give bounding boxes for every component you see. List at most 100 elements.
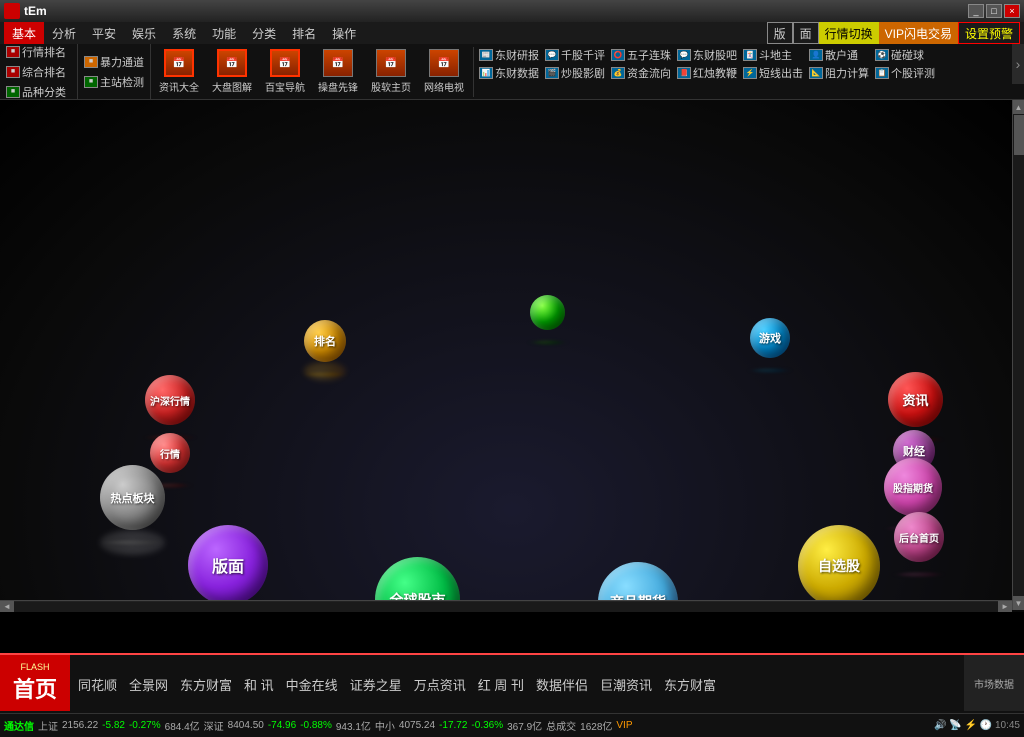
toolbar-col2: ■ 暴力通道 ■ 主站检测 bbox=[78, 44, 151, 99]
ball-hotspot-reflection bbox=[100, 530, 165, 555]
toolbar-item-stock-bar[interactable]: 💬 东财股吧 bbox=[674, 46, 740, 64]
scroll-thumb[interactable] bbox=[1014, 115, 1024, 155]
scroll-up-button[interactable]: ▲ bbox=[1013, 100, 1024, 114]
ball-ranking[interactable]: 排名 bbox=[304, 320, 346, 362]
retail-channel-icon: 👤 bbox=[809, 49, 823, 61]
ball-game[interactable]: 游戏 bbox=[750, 318, 790, 358]
menu-item-vip[interactable]: VIP闪电交易 bbox=[879, 22, 958, 44]
scroll-left-button[interactable]: ◄ bbox=[0, 601, 14, 613]
menu-item-analysis[interactable]: 分析 bbox=[44, 22, 84, 44]
bottom-area: FLASH 首页 同花顺 全景网 东方财富 和 讯 中金在线 证券之星 万点资讯… bbox=[0, 653, 1024, 713]
flash-button[interactable]: FLASH 首页 bbox=[0, 655, 70, 711]
bottom-scrollbar[interactable]: ◄ ► bbox=[0, 600, 1012, 612]
menu-item-banmian1[interactable]: 版 bbox=[767, 22, 793, 44]
menu-item-entertainment[interactable]: 娱乐 bbox=[124, 22, 164, 44]
menu-item-operation[interactable]: 操作 bbox=[324, 22, 364, 44]
toolbar-item-trading-pioneer[interactable]: 📅 操盘先锋 bbox=[312, 46, 364, 97]
toolbar-item-landlord[interactable]: 🃏 斗地主 bbox=[740, 46, 806, 64]
trading-pioneer-icon: 📅 bbox=[323, 49, 353, 77]
toolbar-item-thousand-review[interactable]: 💬 千股千评 bbox=[542, 46, 608, 64]
scroll-right-button[interactable]: ► bbox=[998, 601, 1012, 613]
ball-hotspot[interactable]: 热点板块 bbox=[100, 465, 165, 530]
ball-stock-futures[interactable]: 股指期货 bbox=[884, 458, 942, 516]
toolbar-right-icons: 📰 东财研报 📊 东财数据 💬 千股千评 🎬 炒股影剧 ⭕ 五子连珠 💰 资金流… bbox=[475, 44, 939, 100]
toolbar-item-stock-evaluation[interactable]: 📋 个股评测 bbox=[872, 64, 938, 82]
news-link-red-weekly[interactable]: 红 周 刊 bbox=[478, 675, 524, 694]
scroll-down-button[interactable]: ▼ bbox=[1013, 596, 1024, 610]
toolbar-item-main-station[interactable]: ■ 主站检测 bbox=[81, 73, 147, 91]
toolbar-item-red-candle[interactable]: 📕 红烛教鞭 bbox=[674, 64, 740, 82]
status-zx-label: 中小 bbox=[375, 718, 395, 733]
ball-quote[interactable]: 沪深行情 bbox=[145, 375, 195, 425]
market-data-button[interactable]: 市场数据 bbox=[964, 655, 1024, 711]
menu-item-quote-switch[interactable]: 行情切换 bbox=[819, 22, 879, 44]
news-link-hexun[interactable]: 和 讯 bbox=[244, 675, 274, 694]
toolbar-item-dongcai-data[interactable]: 📊 东财数据 bbox=[476, 64, 542, 82]
news-link-wandian[interactable]: 万点资讯 bbox=[414, 675, 466, 694]
toolbar-item-variety-class[interactable]: ■ 品种分类 bbox=[3, 83, 74, 101]
status-sz-label: 深证 bbox=[204, 718, 224, 733]
news-link-dongfang-fortune[interactable]: 东方财富 bbox=[180, 675, 232, 694]
horizontal-scroll-track bbox=[14, 602, 998, 612]
toolbar-item-stock-drama[interactable]: 🎬 炒股影剧 bbox=[542, 64, 608, 82]
red-candle-icon: 📕 bbox=[677, 67, 691, 79]
toolbar-large-icons: 📅 资讯大全 📅 大盘图解 📅 百宝导航 📅 操盘先锋 📅 bbox=[151, 44, 472, 99]
news-link-juchao[interactable]: 巨潮资讯 bbox=[600, 675, 652, 694]
news-link-dongfang2[interactable]: 东方财富 bbox=[664, 675, 716, 694]
market-chart-icon: 📅 bbox=[217, 49, 247, 77]
ball-self-select[interactable]: 自选股 bbox=[798, 525, 880, 607]
ball-green[interactable] bbox=[530, 295, 565, 330]
news-all-icon: 📅 bbox=[164, 49, 194, 77]
maximize-button[interactable]: □ bbox=[986, 4, 1002, 18]
ball-banmian[interactable]: 版面 bbox=[188, 525, 268, 605]
combined-rank-icon: ■ bbox=[6, 66, 20, 78]
news-link-data-companion[interactable]: 数据伴侣 bbox=[536, 675, 588, 694]
status-zx-value: 4075.24 bbox=[399, 720, 435, 731]
menu-item-banmian2[interactable]: 面 bbox=[793, 22, 819, 44]
menu-item-system[interactable]: 系统 bbox=[164, 22, 204, 44]
toolbar-item-fund-flow[interactable]: 💰 资金流向 bbox=[608, 64, 674, 82]
toolbar-item-short-attack[interactable]: ⚡ 短线出击 bbox=[740, 64, 806, 82]
news-link-zhongjin[interactable]: 中金在线 bbox=[286, 675, 338, 694]
minimize-button[interactable]: _ bbox=[968, 4, 984, 18]
toolbar-item-combined-rank[interactable]: ■ 综合排名 bbox=[3, 63, 74, 81]
toolbar-item-gomoku[interactable]: ⭕ 五子连珠 bbox=[608, 46, 674, 64]
toolbar-right-arrow[interactable]: › bbox=[1012, 44, 1024, 84]
status-vip: VIP bbox=[616, 720, 632, 731]
billiard-icon: ⚽ bbox=[875, 49, 889, 61]
menu-item-alert[interactable]: 设置预警 bbox=[958, 22, 1020, 44]
dongcai-data-icon: 📊 bbox=[479, 67, 493, 79]
ball-news[interactable]: 资讯 bbox=[888, 372, 943, 427]
toolbar-item-dongcai-report[interactable]: 📰 东财研报 bbox=[476, 46, 542, 64]
news-link-tonghuashun[interactable]: 同花顺 bbox=[78, 675, 117, 694]
toolbar-item-stock-homepage[interactable]: 📅 股软主页 bbox=[365, 46, 417, 97]
toolbar-item-resistance[interactable]: 📐 阻力计算 bbox=[806, 64, 872, 82]
menu-item-category[interactable]: 分类 bbox=[244, 22, 284, 44]
news-link-quanjingwang[interactable]: 全景网 bbox=[129, 675, 168, 694]
stock-drama-icon: 🎬 bbox=[545, 67, 559, 79]
toolbar-item-retail-channel[interactable]: 👤 散户通 bbox=[806, 46, 872, 64]
toolbar-item-market-chart[interactable]: 📅 大盘图解 bbox=[206, 46, 258, 97]
status-zx-pct: -0.36% bbox=[471, 720, 503, 731]
close-button[interactable]: × bbox=[1004, 4, 1020, 18]
status-sh-value: 2156.22 bbox=[62, 720, 98, 731]
menu-item-function[interactable]: 功能 bbox=[204, 22, 244, 44]
status-zx-vol: 367.9亿 bbox=[507, 718, 542, 733]
toolbar-item-billiard[interactable]: ⚽ 碰碰球 bbox=[872, 46, 938, 64]
toolbar-item-web-tv[interactable]: 📅 网络电视 bbox=[418, 46, 470, 97]
ball-quote2[interactable]: 行情 bbox=[150, 433, 190, 473]
ball-backend[interactable]: 后台首页 bbox=[894, 512, 944, 562]
status-sh-pct: -0.27% bbox=[129, 720, 161, 731]
toolbar-item-violent-channel[interactable]: ■ 暴力通道 bbox=[81, 53, 147, 71]
toolbar-item-navigation[interactable]: 📅 百宝导航 bbox=[259, 46, 311, 97]
menu-item-ping-an[interactable]: 平安 bbox=[84, 22, 124, 44]
news-link-stocks-star[interactable]: 证券之星 bbox=[350, 675, 402, 694]
menu-item-ranking[interactable]: 排名 bbox=[284, 22, 324, 44]
ball-ranking-reflection bbox=[304, 362, 346, 380]
status-zx-change: -17.72 bbox=[439, 720, 467, 731]
menu-item-base[interactable]: 基本 bbox=[4, 22, 44, 44]
right-scrollbar[interactable]: ▲ ▼ bbox=[1012, 100, 1024, 610]
toolbar-item-news-all[interactable]: 📅 资讯大全 bbox=[153, 46, 205, 97]
toolbar-item-quote-rank[interactable]: ■ 行情排名 bbox=[3, 44, 74, 61]
system-tray: 🔊 📡 ⚡ 🕐 10:45 bbox=[934, 720, 1020, 731]
